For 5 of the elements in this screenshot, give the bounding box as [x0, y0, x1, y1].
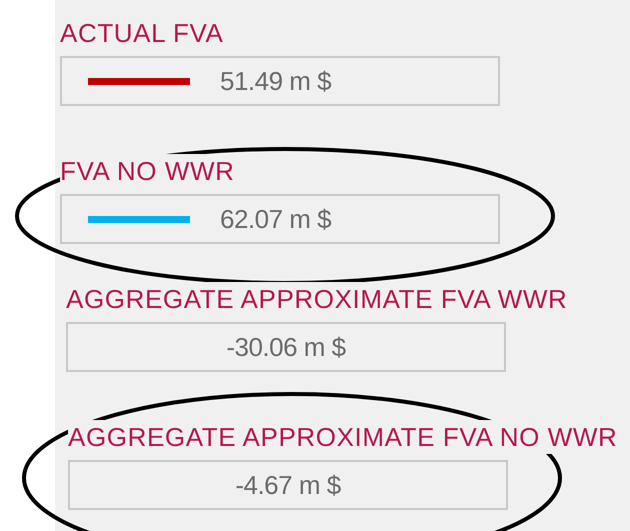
value-text: 62.07 m $ — [220, 202, 332, 236]
value-text: -30.06 m $ — [226, 330, 346, 364]
value-text: 51.49 m $ — [220, 64, 332, 98]
field-label: AGGREGATE APPROXIMATE FVA NO WWR — [68, 420, 618, 454]
value-text: -4.67 m $ — [235, 468, 341, 502]
